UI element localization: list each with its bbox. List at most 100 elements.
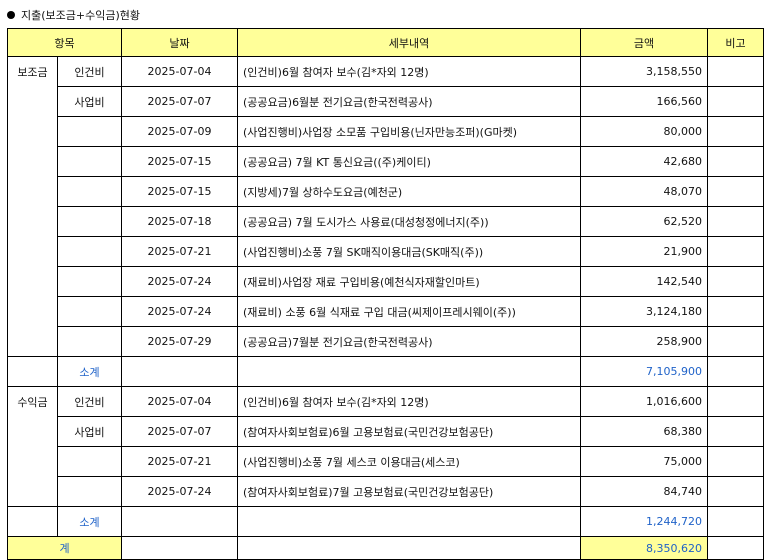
note-cell xyxy=(707,446,764,477)
note-cell xyxy=(707,116,764,147)
header-row: 항목 날짜 세부내역 금액 비고 xyxy=(7,28,764,57)
total-amount: 8,350,620 xyxy=(580,536,708,560)
note-cell xyxy=(707,266,764,297)
subcategory-cell: 인건비 xyxy=(57,56,122,87)
amount-cell: 21,900 xyxy=(580,236,708,267)
table-row: 2025-07-18 (공공요금) 7월 도시가스 사용료(대성청정에너지(주))… xyxy=(7,206,764,237)
total-row: 계 8,350,620 xyxy=(7,536,764,560)
category-cell xyxy=(7,476,58,507)
subtotal-row: 소계 1,244,720 xyxy=(7,506,764,537)
subcategory-cell xyxy=(57,176,122,207)
category-cell xyxy=(7,86,58,117)
note-cell xyxy=(707,356,764,387)
amount-cell: 142,540 xyxy=(580,266,708,297)
date-cell: 2025-07-21 xyxy=(121,446,238,477)
category-cell: 수익금 xyxy=(7,386,58,417)
note-cell xyxy=(707,476,764,507)
subcategory-cell xyxy=(57,146,122,177)
category-cell xyxy=(7,326,58,357)
header-amount: 금액 xyxy=(580,28,708,57)
amount-cell: 80,000 xyxy=(580,116,708,147)
category-cell xyxy=(7,296,58,327)
table-row: 2025-07-24 (참여자사회보험료)7월 고용보험료(국민건강보험공단) 84… xyxy=(7,476,764,507)
category-cell xyxy=(7,266,58,297)
amount-cell: 84,740 xyxy=(580,476,708,507)
table-row: 사업비 2025-07-07 (참여자사회보험료)6월 고용보험료(국민건강보험공단… xyxy=(7,416,764,447)
amount-cell: 68,380 xyxy=(580,416,708,447)
header-date: 날짜 xyxy=(121,28,238,57)
date-cell xyxy=(121,506,238,537)
category-cell xyxy=(7,506,58,537)
subcategory-cell xyxy=(57,326,122,357)
category-cell xyxy=(7,416,58,447)
subtotal-amount: 7,105,900 xyxy=(580,356,708,387)
date-cell: 2025-07-24 xyxy=(121,266,238,297)
amount-cell: 3,158,550 xyxy=(580,56,708,87)
date-cell xyxy=(121,356,238,387)
amount-cell: 75,000 xyxy=(580,446,708,477)
amount-cell: 258,900 xyxy=(580,326,708,357)
subtotal-row: 소계 7,105,900 xyxy=(7,356,764,387)
table-row: 2025-07-24 (재료비) 소풍 6월 식재료 구입 대금(씨제이프레시웨이… xyxy=(7,296,764,327)
date-cell: 2025-07-07 xyxy=(121,86,238,117)
note-cell xyxy=(707,326,764,357)
category-cell xyxy=(7,236,58,267)
date-cell: 2025-07-29 xyxy=(121,326,238,357)
date-cell: 2025-07-15 xyxy=(121,176,238,207)
subcategory-cell: 인건비 xyxy=(57,386,122,417)
date-cell: 2025-07-24 xyxy=(121,296,238,327)
detail-cell: (재료비) 소풍 6월 식재료 구입 대금(씨제이프레시웨이(주)) xyxy=(237,296,581,327)
subcategory-cell xyxy=(57,476,122,507)
table-body: 보조금 인건비 2025-07-04 (인건비)6월 참여자 보수(김*자외 12명)… xyxy=(7,56,764,560)
amount-cell: 42,680 xyxy=(580,146,708,177)
header-item: 항목 xyxy=(7,28,122,57)
note-cell xyxy=(707,236,764,267)
table-row: 사업비 2025-07-07 (공공요금)6월분 전기요금(한국전력공사) 166,5… xyxy=(7,86,764,117)
detail-cell: (사업진행비)사업장 소모품 구입비용(닌자만능조퍼)(G마켓) xyxy=(237,116,581,147)
amount-cell: 62,520 xyxy=(580,206,708,237)
note-cell xyxy=(707,146,764,177)
detail-cell: (재료비)사업장 재료 구입비용(예천식자재할인마트) xyxy=(237,266,581,297)
detail-cell: (사업진행비)소풍 7월 SK매직이용대금(SK매직(주)) xyxy=(237,236,581,267)
detail-cell: (공공요금)6월분 전기요금(한국전력공사) xyxy=(237,86,581,117)
date-cell: 2025-07-21 xyxy=(121,236,238,267)
subcategory-cell xyxy=(57,296,122,327)
subcategory-cell: 사업비 xyxy=(57,86,122,117)
subcategory-cell xyxy=(57,446,122,477)
table-row: 보조금 인건비 2025-07-04 (인건비)6월 참여자 보수(김*자외 12명)… xyxy=(7,56,764,87)
page-title: 지출(보조금+수익금)현황 xyxy=(7,5,140,25)
subcategory-cell: 사업비 xyxy=(57,416,122,447)
category-cell xyxy=(7,446,58,477)
subcategory-cell xyxy=(57,206,122,237)
note-cell xyxy=(707,296,764,327)
expense-table: 항목 날짜 세부내역 금액 비고 보조금 인건비 2025-07-04 (인건비)6월… xyxy=(7,28,764,560)
date-cell: 2025-07-09 xyxy=(121,116,238,147)
subcategory-cell xyxy=(57,266,122,297)
note-cell xyxy=(707,536,764,560)
subtotal-label: 소계 xyxy=(57,356,122,387)
table-row: 2025-07-24 (재료비)사업장 재료 구입비용(예천식자재할인마트) 142… xyxy=(7,266,764,297)
category-cell xyxy=(7,116,58,147)
page-title-text: 지출(보조금+수익금)현황 xyxy=(21,9,140,22)
date-cell: 2025-07-15 xyxy=(121,146,238,177)
date-cell: 2025-07-07 xyxy=(121,416,238,447)
subtotal-amount: 1,244,720 xyxy=(580,506,708,537)
detail-cell: (인건비)6월 참여자 보수(김*자외 12명) xyxy=(237,56,581,87)
category-cell xyxy=(7,146,58,177)
note-cell xyxy=(707,416,764,447)
note-cell xyxy=(707,206,764,237)
detail-cell: (사업진행비)소풍 7월 세스코 이용대금(세스코) xyxy=(237,446,581,477)
category-cell xyxy=(7,176,58,207)
note-cell xyxy=(707,506,764,537)
bullet-icon xyxy=(7,11,15,19)
date-cell: 2025-07-18 xyxy=(121,206,238,237)
date-cell: 2025-07-24 xyxy=(121,476,238,507)
table-row: 수익금 인건비 2025-07-04 (인건비)6월 참여자 보수(김*자외 12명)… xyxy=(7,386,764,417)
table-row: 2025-07-21 (사업진행비)소풍 7월 세스코 이용대금(세스코) 75,0… xyxy=(7,446,764,477)
amount-cell: 1,016,600 xyxy=(580,386,708,417)
subcategory-cell xyxy=(57,236,122,267)
category-cell xyxy=(7,356,58,387)
subcategory-cell xyxy=(57,116,122,147)
detail-cell xyxy=(237,536,581,560)
table-row: 2025-07-15 (공공요금) 7월 KT 통신요금((주)케이티) 42,68… xyxy=(7,146,764,177)
